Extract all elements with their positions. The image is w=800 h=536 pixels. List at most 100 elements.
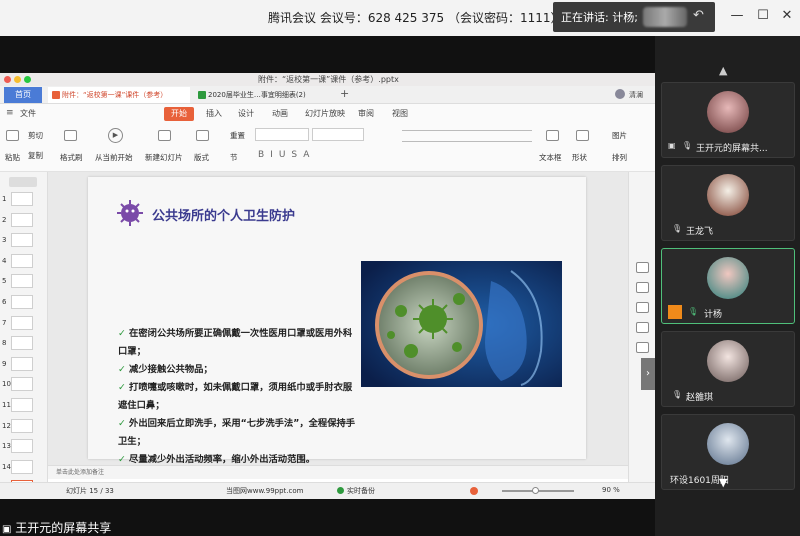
slide-thumbnail[interactable] bbox=[11, 295, 33, 309]
paste-label[interactable]: 粘贴 bbox=[5, 152, 20, 163]
slide-thumbnail[interactable] bbox=[11, 336, 33, 351]
check-icon: ✓ bbox=[118, 364, 126, 375]
zoom-slider-thumb[interactable] bbox=[532, 487, 539, 494]
bullet-4: ✓ 外出回来后立即洗手，采用“七步洗手法”，全程保持手卫生； bbox=[118, 415, 356, 451]
add-tab-button[interactable]: + bbox=[340, 87, 349, 100]
minimize-button[interactable]: — bbox=[730, 8, 744, 23]
meeting-title: 腾讯会议 会议号：628 425 375 （会议密码：1111） bbox=[268, 11, 563, 25]
shape-button[interactable]: 形状 bbox=[572, 152, 587, 163]
paragraph-tools[interactable] bbox=[402, 130, 532, 142]
notes-field[interactable]: 单击此处添加备注 bbox=[48, 465, 628, 479]
doc-tab-ppt[interactable]: 附件：“返校第一课”课件（参考） bbox=[48, 87, 190, 103]
cut-button[interactable]: 剪切 bbox=[28, 130, 43, 141]
slide-thumbnail[interactable] bbox=[11, 212, 33, 227]
text-style-buttons[interactable]: BIUSA bbox=[258, 150, 315, 160]
participant-name: 赵雒琪 bbox=[686, 393, 714, 403]
bullet-1: ✓ 在密闭公共场所要正确佩戴一次性医用口罩或医用外科口罩； bbox=[118, 325, 356, 361]
paste-icon[interactable] bbox=[6, 130, 19, 141]
shape-icon[interactable] bbox=[576, 130, 589, 141]
participant-panel: ▲ ▣ 🎙 王开元的屏幕共... 🎙 王龙飞 🎙 计杨 🎙 赵雒琪 环设1601… bbox=[655, 36, 800, 536]
participant-card[interactable]: 🎙 计杨 bbox=[661, 248, 795, 324]
format-painter-icon[interactable] bbox=[64, 130, 77, 141]
slide-title: 公共场所的个人卫生防护 bbox=[152, 209, 296, 224]
thumb-number: 3 bbox=[2, 236, 7, 245]
slide-thumbnail[interactable] bbox=[11, 439, 33, 454]
font-name-select[interactable] bbox=[255, 128, 309, 141]
play-from-current-button[interactable]: 从当前开始 bbox=[95, 152, 133, 163]
play-slideshow-icon[interactable] bbox=[470, 487, 478, 495]
layout-button[interactable]: 版式 bbox=[194, 152, 209, 163]
format-painter-button[interactable]: 格式刷 bbox=[60, 152, 83, 163]
participant-card[interactable]: 🎙 赵雒琪 bbox=[661, 331, 795, 407]
tab-design[interactable]: 设计 bbox=[238, 108, 254, 119]
scroll-down-icon[interactable]: ▼ bbox=[719, 476, 727, 489]
tab-insert[interactable]: 插入 bbox=[206, 108, 222, 119]
minimize-dot-icon[interactable] bbox=[14, 76, 21, 83]
section-button[interactable]: 节 bbox=[230, 152, 238, 163]
bullet-text: 打喷嚏或咳嗽时，如未佩戴口罩，须用纸巾或手肘衣服遮住口鼻； bbox=[118, 382, 353, 411]
textbox-button[interactable]: 文本框 bbox=[539, 152, 562, 163]
user-name: 清澜 bbox=[629, 91, 643, 99]
slide-thumbnail[interactable] bbox=[11, 192, 33, 206]
chevron-right-icon[interactable]: › bbox=[641, 358, 655, 390]
zoom-dot-icon[interactable] bbox=[24, 76, 31, 83]
play-icon[interactable]: ▶ bbox=[108, 128, 123, 143]
maximize-button[interactable]: ☐ bbox=[756, 8, 770, 23]
tool-icon[interactable] bbox=[636, 282, 649, 293]
participant-card[interactable]: 环设1601周阳 bbox=[661, 414, 795, 490]
tool-icon[interactable] bbox=[636, 302, 649, 313]
slide-thumbnail[interactable] bbox=[11, 398, 33, 412]
home-tab[interactable]: 首页 bbox=[4, 87, 42, 103]
backup-button[interactable]: 实时备份 bbox=[347, 486, 375, 496]
tab-review[interactable]: 审阅 bbox=[358, 108, 374, 119]
tool-icon[interactable] bbox=[636, 262, 649, 273]
slide-thumbnail[interactable] bbox=[11, 315, 33, 330]
copy-button[interactable]: 复制 bbox=[28, 150, 43, 161]
tool-icon[interactable] bbox=[636, 322, 649, 333]
ppt-file-icon bbox=[52, 91, 60, 99]
new-slide-button[interactable]: 新建幻灯片 bbox=[145, 152, 183, 163]
right-toolbar: › bbox=[628, 172, 655, 482]
participant-card[interactable]: 🎙 王龙飞 bbox=[661, 165, 795, 241]
menu-icon[interactable]: ≡ bbox=[6, 108, 14, 118]
doc-tab-xls[interactable]: 2020届毕业生…事宜明细表(2) bbox=[194, 87, 336, 103]
tab-file[interactable]: 文件 bbox=[20, 108, 36, 119]
close-button[interactable]: ✕ bbox=[780, 8, 794, 23]
tab-view[interactable]: 视图 bbox=[392, 108, 408, 119]
participant-name: 王龙飞 bbox=[686, 227, 714, 237]
watermark-site: 当图网www.99ppt.com bbox=[226, 487, 304, 495]
backup-status-icon bbox=[337, 487, 344, 494]
scroll-up-icon[interactable]: ▲ bbox=[719, 64, 727, 77]
slide-thumbnail[interactable] bbox=[11, 356, 33, 371]
layout-icon[interactable] bbox=[196, 130, 209, 141]
wps-titlebar: 附件：“返校第一课”课件（参考）.pptx bbox=[0, 73, 655, 86]
participant-name: 王开元的屏幕共... bbox=[696, 144, 768, 154]
tab-slideshow[interactable]: 幻灯片放映 bbox=[305, 108, 345, 119]
slide-thumbnail[interactable] bbox=[11, 233, 33, 248]
font-size-select[interactable] bbox=[312, 128, 364, 141]
user-avatar[interactable] bbox=[615, 89, 625, 99]
screen-share-icon: ▣ bbox=[2, 524, 12, 535]
slide-thumbnail[interactable] bbox=[11, 418, 33, 433]
participant-card[interactable]: ▣ 🎙 王开元的屏幕共... bbox=[661, 82, 795, 158]
status-bar: 幻灯片 15 / 33 当图网www.99ppt.com 实时备份 90 % bbox=[0, 482, 655, 499]
view-switch[interactable] bbox=[9, 177, 37, 187]
tab-start[interactable]: 开始 bbox=[164, 107, 194, 121]
bullet-text: 减少接触公共物品； bbox=[129, 364, 213, 375]
tab-animation[interactable]: 动画 bbox=[272, 108, 288, 119]
slide-counter: 幻灯片 15 / 33 bbox=[66, 487, 114, 495]
arrange-button[interactable]: 排列 bbox=[612, 152, 627, 163]
slide-thumbnail[interactable] bbox=[11, 253, 33, 268]
slide-thumbnail[interactable] bbox=[11, 274, 33, 289]
thumb-number: 2 bbox=[2, 215, 7, 224]
slide-thumbnail[interactable] bbox=[11, 377, 33, 392]
textbox-icon[interactable] bbox=[546, 130, 559, 141]
slide-thumbnail-pane: 123456789101112131415 bbox=[0, 172, 48, 495]
new-slide-icon[interactable] bbox=[158, 130, 171, 141]
close-dot-icon[interactable] bbox=[4, 76, 11, 83]
tool-icon[interactable] bbox=[636, 342, 649, 353]
undo-arrow-icon[interactable]: ↶ bbox=[693, 8, 709, 24]
reset-button[interactable]: 重置 bbox=[230, 130, 245, 141]
slide-thumbnail[interactable] bbox=[11, 459, 33, 474]
picture-button[interactable]: 图片 bbox=[612, 130, 627, 141]
